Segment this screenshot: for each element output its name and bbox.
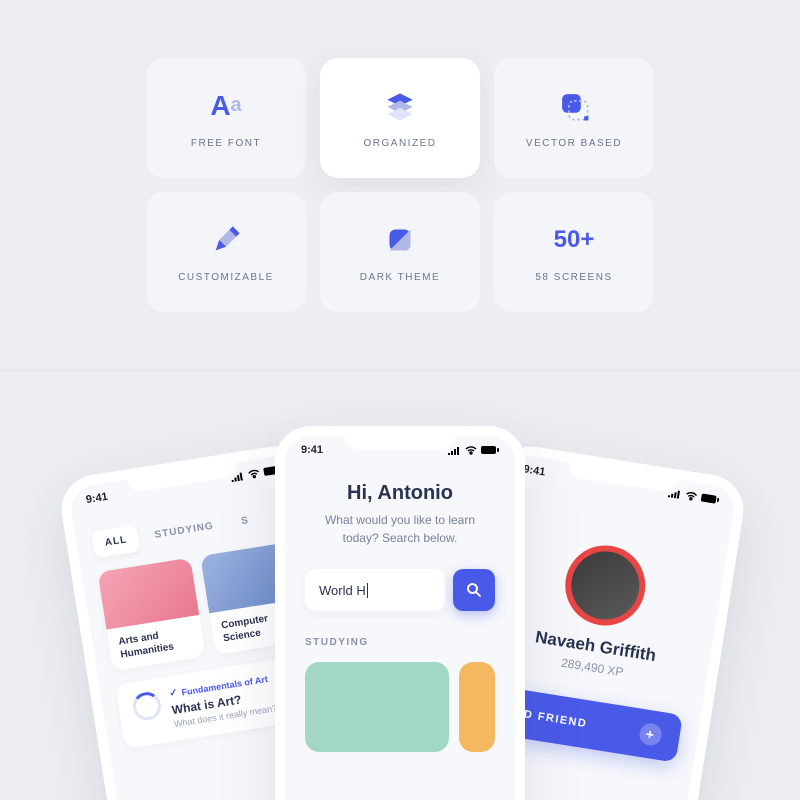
status-time: 9:41 [301, 444, 323, 456]
font-icon-small-a: a [231, 94, 242, 117]
feature-label: ORGANIZED [364, 138, 437, 149]
signal-icon [447, 445, 461, 455]
vector-icon [557, 88, 591, 124]
wifi-icon [684, 490, 699, 502]
studying-section-label: STUDYING [305, 637, 495, 648]
status-bar: 9:41 [301, 444, 499, 456]
avatar-image [566, 547, 644, 625]
feature-card-free-font[interactable]: Aa FREE FONT [146, 58, 306, 178]
progress-ring-icon [131, 690, 163, 722]
avatar[interactable] [560, 540, 652, 632]
feature-label: 58 SCREENS [535, 272, 612, 283]
feature-card-vector-based[interactable]: VECTOR BASED [494, 58, 654, 178]
signal-icon [229, 470, 244, 482]
studying-card[interactable] [459, 662, 495, 752]
feature-card-customizable[interactable]: CUSTOMIZABLE [146, 192, 306, 312]
dark-theme-icon [385, 222, 415, 258]
font-icon-big-a: A [210, 90, 230, 122]
greeting-title: Hi, Antonio [305, 482, 495, 505]
studying-card[interactable] [305, 662, 449, 752]
plus-icon: + [638, 722, 663, 747]
wifi-icon [464, 445, 478, 455]
screens-count-icon: 50+ [554, 222, 595, 258]
feature-label: FREE FONT [191, 138, 261, 149]
greeting-subtitle: What would you like to learn today? Sear… [305, 511, 495, 547]
phones-showcase: 9:41 ALL STUDYING S Arts and Humanities [0, 370, 800, 800]
battery-icon [481, 445, 499, 455]
signal-icon [667, 487, 682, 499]
feature-card-screens[interactable]: 50+ 58 SCREENS [494, 192, 654, 312]
phone-mockup-home: 9:41 Hi, Antonio What would you like to … [275, 426, 525, 800]
features-section: Aa FREE FONT ORGANIZED [0, 0, 800, 370]
features-grid: Aa FREE FONT ORGANIZED [146, 58, 654, 312]
pencil-icon [209, 222, 243, 258]
font-aa-icon: Aa [210, 88, 241, 124]
feature-label: DARK THEME [360, 272, 440, 283]
tab-more[interactable]: S [227, 505, 263, 537]
feature-card-organized[interactable]: ORGANIZED [320, 58, 480, 178]
feature-label: CUSTOMIZABLE [178, 272, 274, 283]
check-icon: ✓ [168, 687, 178, 699]
layers-icon [382, 88, 418, 124]
category-card-arts[interactable]: Arts and Humanities [97, 558, 205, 671]
wifi-icon [246, 468, 261, 480]
search-input[interactable]: World H [305, 569, 445, 611]
status-icons [447, 444, 499, 456]
search-button[interactable] [453, 569, 495, 611]
feature-label: VECTOR BASED [526, 138, 622, 149]
search-value: World H [319, 583, 368, 598]
tab-studying[interactable]: STUDYING [141, 511, 228, 551]
feature-card-dark-theme[interactable]: DARK THEME [320, 192, 480, 312]
battery-icon [700, 492, 719, 505]
search-icon [465, 581, 483, 599]
tab-all[interactable]: ALL [91, 525, 141, 559]
